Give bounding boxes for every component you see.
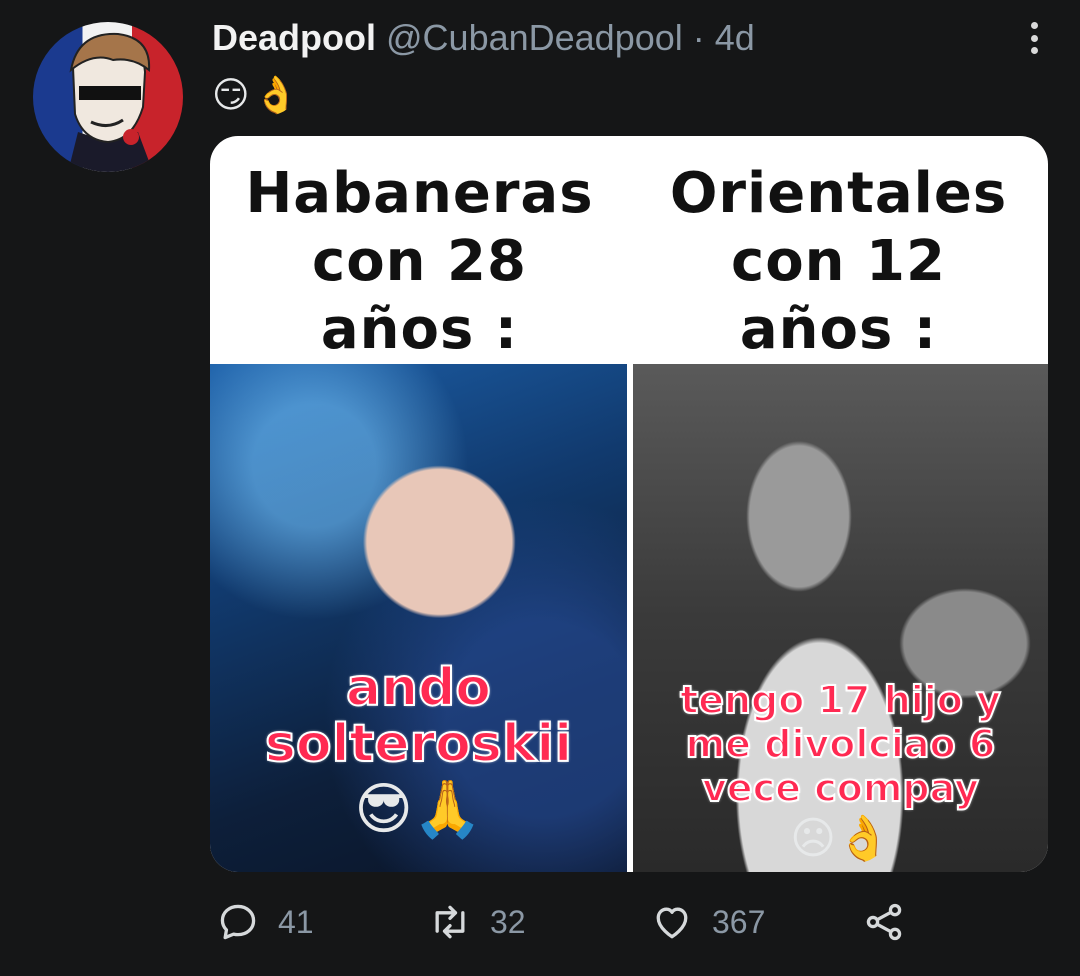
like-button[interactable]: 367: [650, 900, 765, 944]
right-caption: Orientales con 12 años :: [629, 136, 1048, 364]
dot: [1030, 34, 1038, 42]
display-name[interactable]: Deadpool: [212, 16, 376, 60]
user-handle[interactable]: @CubanDeadpool: [386, 16, 683, 60]
tweet-header: Deadpool @CubanDeadpool · 4d: [212, 16, 755, 60]
tweet-age[interactable]: 4d: [715, 16, 755, 60]
dot: [1030, 47, 1038, 54]
like-count: 367: [712, 903, 766, 940]
right-caption-line: años :: [739, 297, 938, 362]
reply-button[interactable]: 41: [216, 900, 314, 944]
left-overlay-line: ando: [345, 658, 492, 718]
left-caption-line: Habaneras: [245, 161, 594, 226]
share-icon: [866, 903, 902, 941]
right-overlay-line: tengo 17 hijo y: [679, 677, 1002, 723]
share-button[interactable]: [862, 900, 906, 944]
tweet-media-image[interactable]: Habaneras con 28 años : Orientales con 1…: [210, 136, 1048, 872]
left-caption-line: con 28: [312, 229, 527, 294]
right-caption-line: con 12: [731, 229, 946, 294]
right-overlay-line: vece compay: [701, 765, 980, 811]
left-overlay-emojis: 😎🙏: [354, 777, 483, 840]
right-overlay-emojis: ☹👌: [790, 814, 891, 863]
left-overlay-text: ando solteroskii: [210, 658, 627, 774]
retweet-icon: [435, 905, 465, 939]
ok-hand-emoji: 👌: [253, 75, 299, 116]
right-overlay-text: tengo 17 hijo y me divolciao 6 vece comp…: [633, 677, 1048, 811]
tweet-text: 😏 👌: [212, 74, 298, 118]
deadpool-avatar-drawing: [68, 32, 153, 172]
more-options-icon[interactable]: [1022, 18, 1046, 58]
reply-count: 41: [278, 903, 314, 940]
dot: [1030, 22, 1038, 29]
retweet-button[interactable]: 32: [428, 900, 526, 944]
right-overlay-line: me divolciao 6: [685, 721, 997, 767]
header-separator: ·: [692, 17, 705, 58]
right-caption-line: Orientales: [669, 161, 1008, 226]
smirk-emoji: 😏: [212, 75, 250, 116]
left-caption: Habaneras con 28 años :: [210, 136, 629, 364]
left-overlay-line: solteroskii: [264, 714, 573, 774]
like-icon: [656, 907, 688, 939]
tweet-actions: 41 32 367: [212, 900, 932, 956]
reply-icon: [220, 904, 256, 940]
avatar[interactable]: [33, 22, 183, 172]
retweet-count: 32: [490, 903, 526, 940]
left-caption-line: años :: [320, 297, 519, 362]
